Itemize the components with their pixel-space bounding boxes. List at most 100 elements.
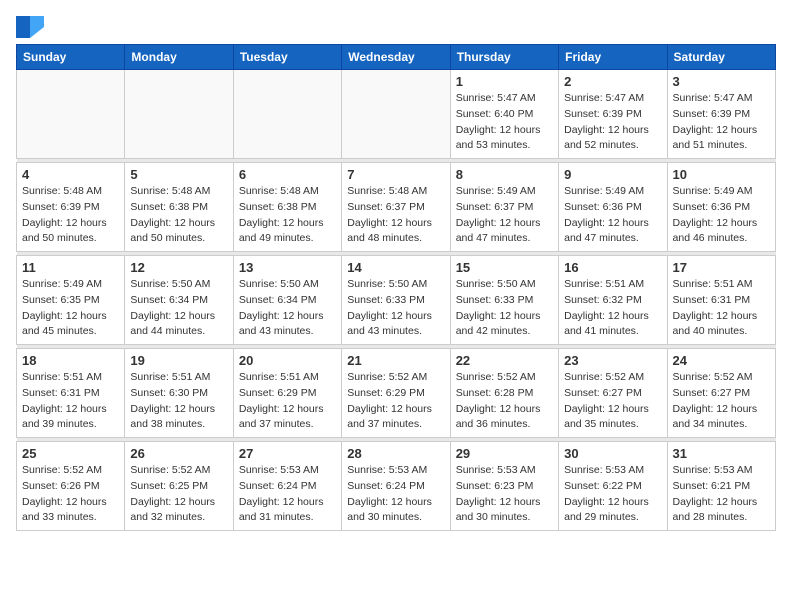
day-cell: 6 Sunrise: 5:48 AM Sunset: 6:38 PM Daylig… [233,163,341,252]
day-info: Sunrise: 5:49 AM Sunset: 6:35 PM Dayligh… [22,277,119,340]
day-info: Sunrise: 5:53 AM Sunset: 6:22 PM Dayligh… [564,463,661,526]
day-number: 22 [456,353,553,368]
day-number: 3 [673,74,770,89]
day-info: Sunrise: 5:47 AM Sunset: 6:39 PM Dayligh… [564,91,661,154]
day-cell: 7 Sunrise: 5:48 AM Sunset: 6:37 PM Daylig… [342,163,450,252]
day-info: Sunrise: 5:50 AM Sunset: 6:34 PM Dayligh… [130,277,227,340]
day-cell: 9 Sunrise: 5:49 AM Sunset: 6:36 PM Daylig… [559,163,667,252]
day-info: Sunrise: 5:48 AM Sunset: 6:39 PM Dayligh… [22,184,119,247]
day-info: Sunrise: 5:49 AM Sunset: 6:37 PM Dayligh… [456,184,553,247]
day-info: Sunrise: 5:50 AM Sunset: 6:34 PM Dayligh… [239,277,336,340]
day-cell [233,70,341,159]
day-cell: 12Sunrise: 5:50 AM Sunset: 6:34 PM Dayli… [125,256,233,345]
day-info: Sunrise: 5:52 AM Sunset: 6:27 PM Dayligh… [673,370,770,433]
day-number: 2 [564,74,661,89]
day-cell: 20 Sunrise: 5:51 AM Sunset: 6:29 PM Dayli… [233,349,341,438]
day-cell [17,70,125,159]
day-info: Sunrise: 5:51 AM Sunset: 6:32 PM Dayligh… [564,277,661,340]
day-cell [125,70,233,159]
day-cell: 18 Sunrise: 5:51 AM Sunset: 6:31 PM Dayli… [17,349,125,438]
day-cell: 5 Sunrise: 5:48 AM Sunset: 6:38 PM Daylig… [125,163,233,252]
col-header-sunday: Sunday [17,45,125,70]
day-info: Sunrise: 5:53 AM Sunset: 6:23 PM Dayligh… [456,463,553,526]
day-cell: 29 Sunrise: 5:53 AM Sunset: 6:23 PM Dayli… [450,442,558,531]
day-cell: 25Sunrise: 5:52 AM Sunset: 6:26 PM Dayli… [17,442,125,531]
day-cell: 16Sunrise: 5:51 AM Sunset: 6:32 PM Dayli… [559,256,667,345]
day-cell: 19 Sunrise: 5:51 AM Sunset: 6:30 PM Dayli… [125,349,233,438]
day-number: 15 [456,260,553,275]
day-info: Sunrise: 5:51 AM Sunset: 6:31 PM Dayligh… [673,277,770,340]
col-header-friday: Friday [559,45,667,70]
day-number: 19 [130,353,227,368]
day-number: 9 [564,167,661,182]
day-number: 18 [22,353,119,368]
day-number: 30 [564,446,661,461]
day-info: Sunrise: 5:53 AM Sunset: 6:24 PM Dayligh… [347,463,444,526]
calendar: SundayMondayTuesdayWednesdayThursdayFrid… [16,44,776,531]
logo [16,16,48,38]
day-info: Sunrise: 5:50 AM Sunset: 6:33 PM Dayligh… [456,277,553,340]
day-info: Sunrise: 5:48 AM Sunset: 6:38 PM Dayligh… [130,184,227,247]
day-cell: 24 Sunrise: 5:52 AM Sunset: 6:27 PM Dayli… [667,349,775,438]
day-info: Sunrise: 5:52 AM Sunset: 6:27 PM Dayligh… [564,370,661,433]
day-info: Sunrise: 5:49 AM Sunset: 6:36 PM Dayligh… [564,184,661,247]
day-number: 7 [347,167,444,182]
day-info: Sunrise: 5:52 AM Sunset: 6:28 PM Dayligh… [456,370,553,433]
day-number: 17 [673,260,770,275]
day-cell: 21Sunrise: 5:52 AM Sunset: 6:29 PM Dayli… [342,349,450,438]
day-info: Sunrise: 5:51 AM Sunset: 6:31 PM Dayligh… [22,370,119,433]
day-cell: 17 Sunrise: 5:51 AM Sunset: 6:31 PM Dayli… [667,256,775,345]
logo-icon [16,16,44,38]
col-header-tuesday: Tuesday [233,45,341,70]
day-info: Sunrise: 5:52 AM Sunset: 6:25 PM Dayligh… [130,463,227,526]
week-row-5: 25Sunrise: 5:52 AM Sunset: 6:26 PM Dayli… [17,442,776,531]
col-header-thursday: Thursday [450,45,558,70]
day-cell: 4Sunrise: 5:48 AM Sunset: 6:39 PM Daylig… [17,163,125,252]
day-info: Sunrise: 5:49 AM Sunset: 6:36 PM Dayligh… [673,184,770,247]
day-cell: 14 Sunrise: 5:50 AM Sunset: 6:33 PM Dayli… [342,256,450,345]
day-number: 14 [347,260,444,275]
week-row-2: 4Sunrise: 5:48 AM Sunset: 6:39 PM Daylig… [17,163,776,252]
day-number: 6 [239,167,336,182]
day-number: 8 [456,167,553,182]
day-cell: 28 Sunrise: 5:53 AM Sunset: 6:24 PM Dayli… [342,442,450,531]
col-header-wednesday: Wednesday [342,45,450,70]
day-number: 20 [239,353,336,368]
day-info: Sunrise: 5:51 AM Sunset: 6:30 PM Dayligh… [130,370,227,433]
day-cell: 27Sunrise: 5:53 AM Sunset: 6:24 PM Dayli… [233,442,341,531]
col-header-monday: Monday [125,45,233,70]
header [16,16,776,38]
day-info: Sunrise: 5:51 AM Sunset: 6:29 PM Dayligh… [239,370,336,433]
day-number: 5 [130,167,227,182]
day-number: 10 [673,167,770,182]
day-number: 29 [456,446,553,461]
day-info: Sunrise: 5:48 AM Sunset: 6:38 PM Dayligh… [239,184,336,247]
day-cell: 10 Sunrise: 5:49 AM Sunset: 6:36 PM Dayli… [667,163,775,252]
col-header-saturday: Saturday [667,45,775,70]
day-info: Sunrise: 5:50 AM Sunset: 6:33 PM Dayligh… [347,277,444,340]
day-number: 24 [673,353,770,368]
day-info: Sunrise: 5:53 AM Sunset: 6:24 PM Dayligh… [239,463,336,526]
day-cell: 13 Sunrise: 5:50 AM Sunset: 6:34 PM Dayli… [233,256,341,345]
day-cell: 3 Sunrise: 5:47 AM Sunset: 6:39 PM Daylig… [667,70,775,159]
day-number: 28 [347,446,444,461]
day-info: Sunrise: 5:47 AM Sunset: 6:40 PM Dayligh… [456,91,553,154]
day-number: 1 [456,74,553,89]
day-number: 31 [673,446,770,461]
day-cell [342,70,450,159]
day-cell: 11 Sunrise: 5:49 AM Sunset: 6:35 PM Dayli… [17,256,125,345]
day-cell: 1 Sunrise: 5:47 AM Sunset: 6:40 PM Daylig… [450,70,558,159]
day-cell: 2 Sunrise: 5:47 AM Sunset: 6:39 PM Daylig… [559,70,667,159]
week-row-4: 18 Sunrise: 5:51 AM Sunset: 6:31 PM Dayli… [17,349,776,438]
day-cell: 30 Sunrise: 5:53 AM Sunset: 6:22 PM Dayli… [559,442,667,531]
day-cell: 31 Sunrise: 5:53 AM Sunset: 6:21 PM Dayli… [667,442,775,531]
day-info: Sunrise: 5:53 AM Sunset: 6:21 PM Dayligh… [673,463,770,526]
week-row-1: 1 Sunrise: 5:47 AM Sunset: 6:40 PM Daylig… [17,70,776,159]
day-info: Sunrise: 5:52 AM Sunset: 6:26 PM Dayligh… [22,463,119,526]
day-info: Sunrise: 5:47 AM Sunset: 6:39 PM Dayligh… [673,91,770,154]
day-number: 11 [22,260,119,275]
day-info: Sunrise: 5:48 AM Sunset: 6:37 PM Dayligh… [347,184,444,247]
day-cell: 22 Sunrise: 5:52 AM Sunset: 6:28 PM Dayli… [450,349,558,438]
day-number: 13 [239,260,336,275]
day-cell: 8 Sunrise: 5:49 AM Sunset: 6:37 PM Daylig… [450,163,558,252]
